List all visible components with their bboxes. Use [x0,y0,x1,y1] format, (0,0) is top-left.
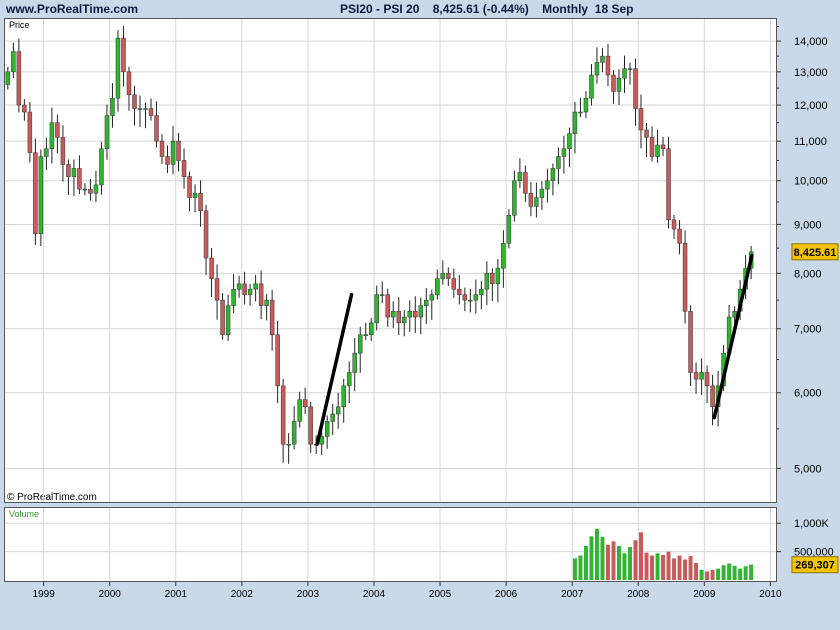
x-tick-label: 1999 [33,589,56,600]
x-tick-label: 2006 [495,589,518,600]
last-price-badge [791,243,839,261]
y-tick-label: 9,000 [794,219,822,231]
x-tick-label: 2000 [99,589,122,600]
volume-y-tick-label: 500,000 [794,547,834,559]
volume-panel: Volume [4,507,777,582]
x-tick-label: 2003 [297,589,320,600]
x-tick-label: 2001 [165,589,188,600]
x-tick-label: 2007 [561,589,584,600]
x-tick-label: 2004 [363,589,386,600]
x-tick-label: 2009 [693,589,716,600]
y-tick-label: 8,000 [794,268,822,280]
volume-last-label: 269,307 [795,560,835,572]
copyright-label: © ProRealTime.com [7,492,97,503]
volume-last-badge [791,556,839,574]
x-tick-label: 2010 [759,589,782,600]
y-tick-label: 14,000 [794,36,828,48]
x-tick-label: 2002 [231,589,254,600]
price-panel-label: Price [9,20,30,30]
chart-header: www.ProRealTime.com PSI20 - PSI 20 8,425… [0,0,840,18]
y-tick-label: 5,000 [794,463,822,475]
chart-title: PSI20 - PSI 20 8,425.61 (-0.44%) Monthly… [340,2,634,16]
y-tick-label: 6,000 [794,388,822,400]
site-url[interactable]: www.ProRealTime.com [6,2,138,16]
x-tick-label: 2005 [429,589,452,600]
x-tick-label: 2008 [627,589,650,600]
volume-panel-label: Volume [9,509,40,519]
y-tick-label: 10,000 [794,176,828,188]
volume-y-tick-label: 1,000K [794,518,830,530]
last-price-label: 8,425.61 [794,247,837,259]
y-tick-label: 11,000 [794,136,827,148]
y-tick-label: 12,000 [794,100,828,112]
y-tick-label: 13,000 [794,67,828,79]
y-tick-label: 7,000 [794,324,822,336]
price-panel: Price © ProRealTime.com [4,18,777,503]
